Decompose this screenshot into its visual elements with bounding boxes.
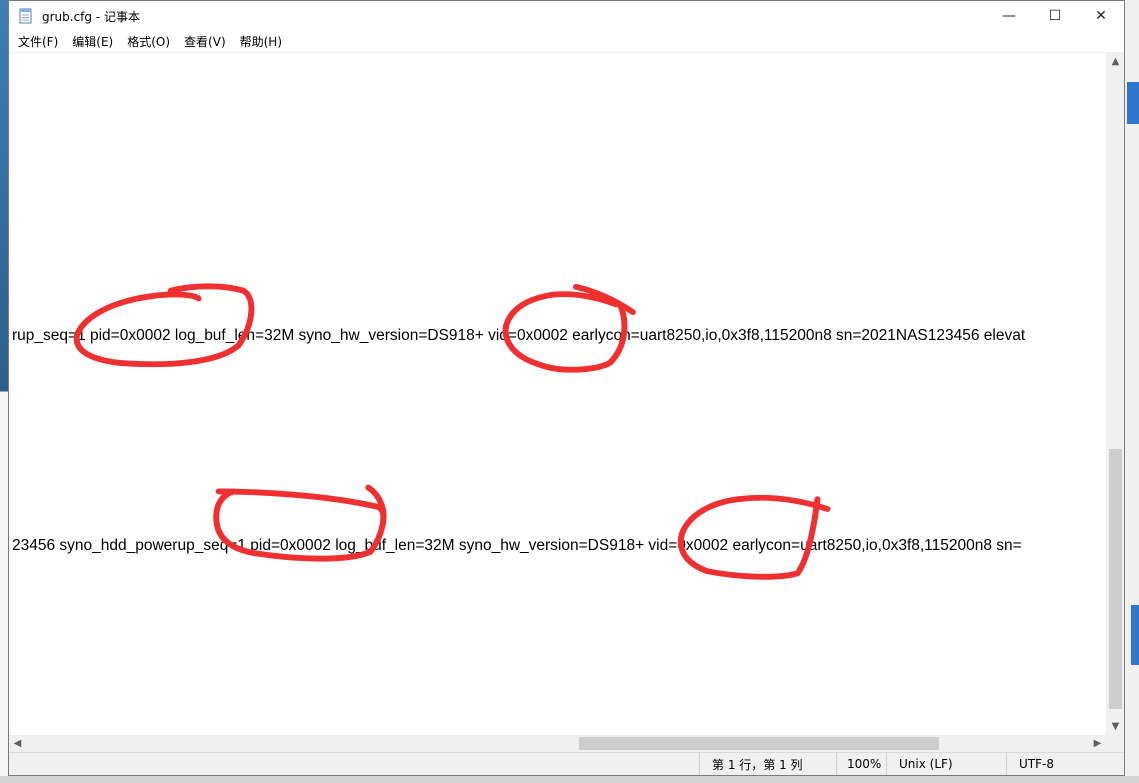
window-title: grub.cfg - 记事本 (42, 9, 140, 24)
scrollbar-corner (1106, 735, 1124, 752)
scroll-up-arrow-icon[interactable]: ▲ (1107, 53, 1124, 70)
text-line-2: 23456 syno_hdd_powerup_seq=1 pid=0x0002 … (12, 537, 1022, 554)
scroll-right-arrow-icon[interactable]: ▶ (1089, 735, 1106, 752)
desktop-right-accent (1127, 82, 1139, 124)
encoding: UTF-8 (1006, 753, 1124, 775)
annotation-circle-pid-1 (73, 283, 255, 368)
maximize-icon: ☐ (1048, 8, 1062, 24)
menu-help[interactable]: 帮助(H) (233, 31, 289, 52)
horizontal-scrollbar[interactable]: ◀ ▶ (9, 735, 1106, 752)
scroll-down-arrow-icon[interactable]: ▼ (1107, 718, 1124, 735)
vertical-scroll-thumb[interactable] (1109, 449, 1122, 709)
desktop-bottom-edge (0, 776, 1139, 783)
maximize-button[interactable]: ☐ (1032, 1, 1078, 31)
vertical-scrollbar[interactable]: ▲ ▼ (1106, 53, 1124, 735)
minimize-button[interactable]: — (986, 1, 1032, 31)
menu-edit[interactable]: 编辑(E) (65, 31, 120, 52)
zoom-level: 100% (836, 753, 886, 775)
minimize-icon: — (1002, 8, 1016, 24)
desktop-left-edge (0, 0, 8, 783)
editor-container: rup_seq=1 pid=0x0002 log_buf_len=32M syn… (9, 53, 1124, 752)
horizontal-scroll-track[interactable] (26, 735, 1089, 752)
scroll-left-arrow-icon[interactable]: ◀ (9, 735, 26, 752)
text-editor[interactable]: rup_seq=1 pid=0x0002 log_buf_len=32M syn… (9, 53, 1106, 735)
menu-bar: 文件(F) 编辑(E) 格式(O) 查看(V) 帮助(H) (9, 31, 1124, 53)
close-icon: ✕ (1095, 8, 1107, 24)
title-bar[interactable]: grub.cfg - 记事本 — ☐ ✕ (9, 1, 1124, 31)
menu-file[interactable]: 文件(F) (11, 31, 65, 52)
window-controls: — ☐ ✕ (986, 1, 1124, 31)
notepad-icon (18, 8, 34, 24)
desktop-right-accent-lower (1131, 605, 1139, 665)
text-line-1: rup_seq=1 pid=0x0002 log_buf_len=32M syn… (12, 327, 1026, 344)
notepad-window: grub.cfg - 记事本 — ☐ ✕ 文件(F) 编辑(E) 格式(O) 查… (8, 0, 1125, 776)
close-button[interactable]: ✕ (1078, 1, 1124, 31)
status-bar: 第 1 行，第 1 列 100% Unix (LF) UTF-8 (9, 752, 1124, 775)
cursor-position: 第 1 行，第 1 列 (699, 753, 836, 775)
menu-view[interactable]: 查看(V) (177, 31, 233, 52)
line-ending: Unix (LF) (886, 753, 1006, 775)
horizontal-scroll-thumb[interactable] (579, 737, 939, 750)
red-circle-annotations (73, 283, 831, 580)
menu-format[interactable]: 格式(O) (120, 31, 177, 52)
